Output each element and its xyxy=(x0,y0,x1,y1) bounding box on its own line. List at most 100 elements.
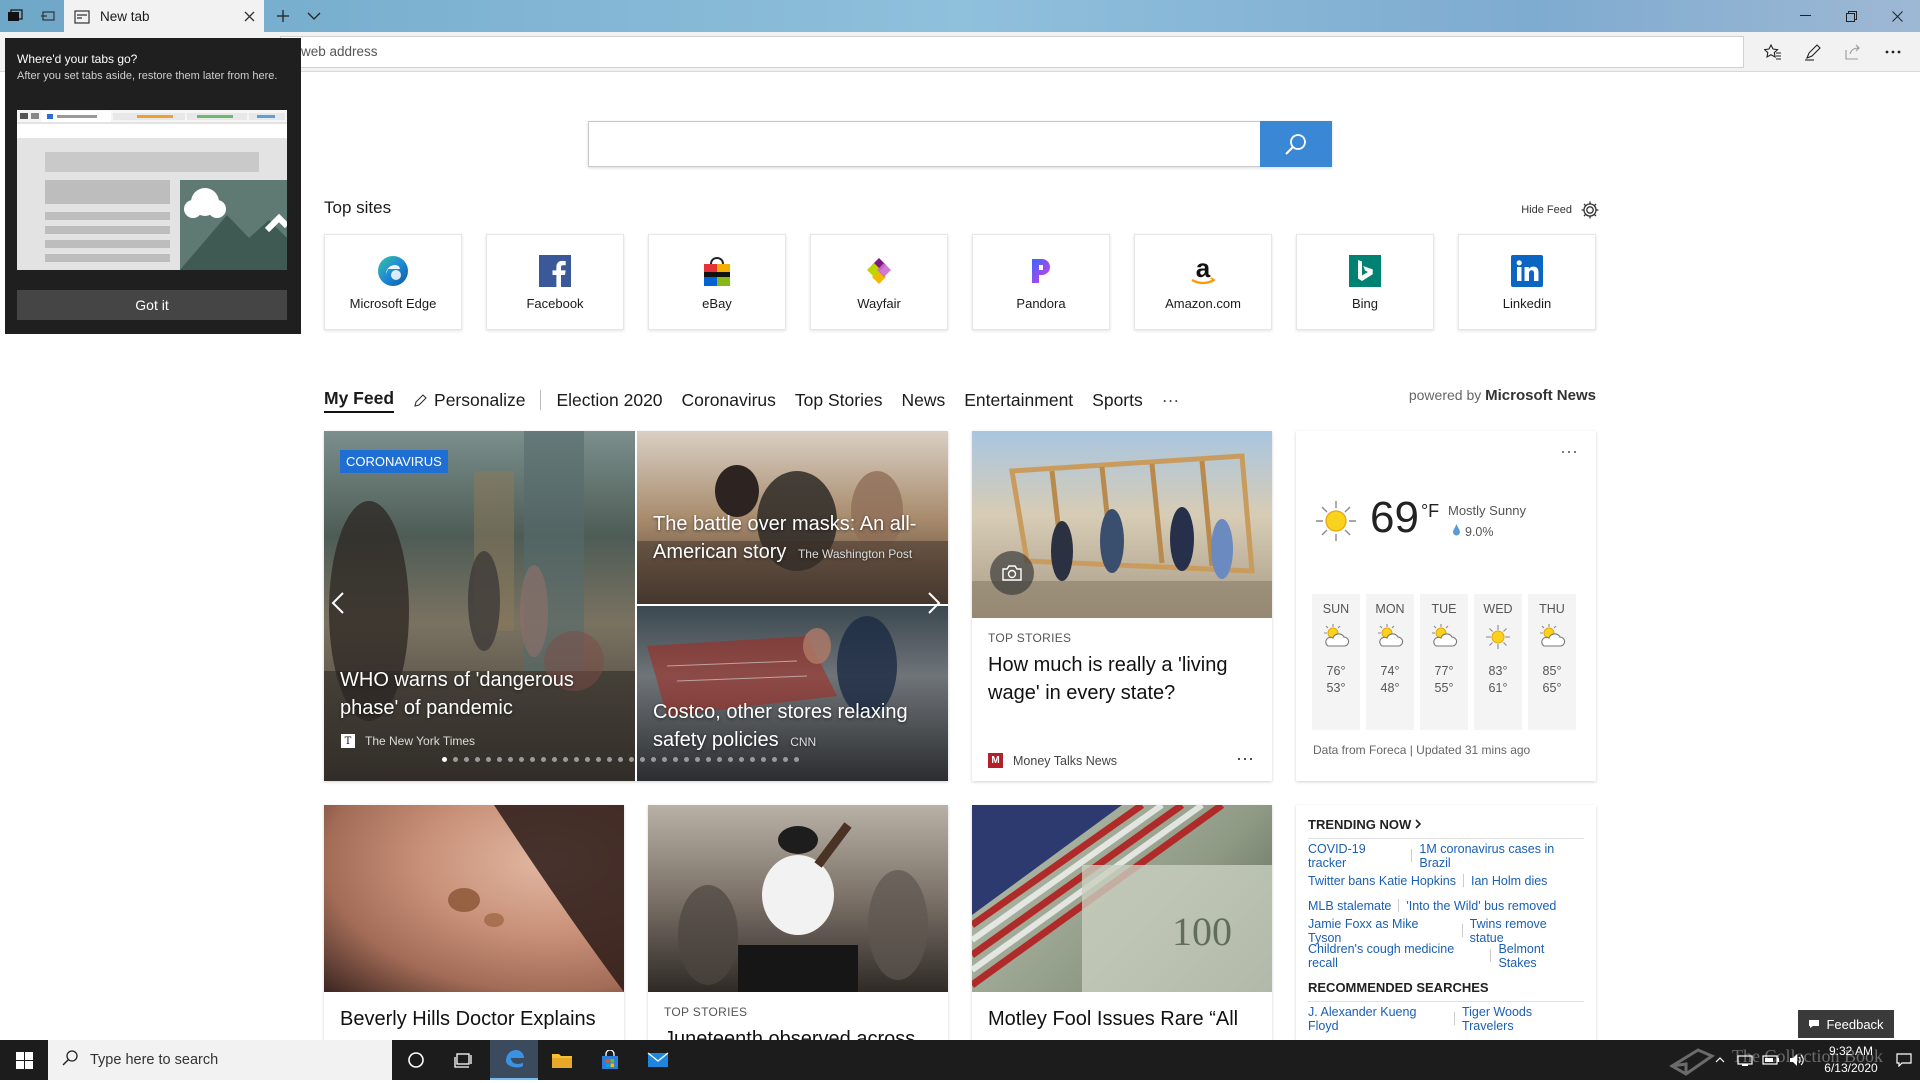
carousel-dot[interactable] xyxy=(761,757,766,762)
trending-link[interactable]: Twins remove statue xyxy=(1470,917,1584,945)
battery-icon[interactable] xyxy=(1758,1040,1784,1080)
forecast-day[interactable]: TUE 77° 55° xyxy=(1420,594,1468,730)
story-title[interactable]: Juneteenth observed across xyxy=(664,1025,915,1040)
forecast-day[interactable]: THU 85° 65° xyxy=(1528,594,1576,730)
gear-icon[interactable] xyxy=(1580,200,1600,220)
story-title[interactable]: How much is really a 'living wage' in ev… xyxy=(988,651,1258,707)
hide-feed-control[interactable]: Hide Feed xyxy=(1521,200,1600,220)
carousel-dot[interactable] xyxy=(596,757,601,762)
trending-link[interactable]: Twitter bans Katie Hopkins xyxy=(1308,874,1456,888)
system-tray-chevron-icon[interactable] xyxy=(1708,1040,1732,1080)
trending-link[interactable]: 1M coronavirus cases in Brazil xyxy=(1419,842,1584,870)
close-window-button[interactable] xyxy=(1874,0,1920,32)
top-site-linkedin[interactable]: Linkedin xyxy=(1458,234,1596,330)
tab-election-2020[interactable]: Election 2020 xyxy=(556,390,662,411)
carousel-dot[interactable] xyxy=(442,757,447,762)
story-card-beverly-hills[interactable]: Beverly Hills Doctor Explains xyxy=(324,805,624,1040)
carousel-dot[interactable] xyxy=(706,757,711,762)
notifications-icon[interactable] xyxy=(1888,1040,1920,1080)
carousel-dot[interactable] xyxy=(640,757,645,762)
powered-brand[interactable]: Microsoft News xyxy=(1485,387,1596,404)
carousel-dot[interactable] xyxy=(486,757,491,762)
carousel-dot[interactable] xyxy=(464,757,469,762)
carousel-dot[interactable] xyxy=(585,757,590,762)
top-site-pandora[interactable]: Pandora xyxy=(972,234,1110,330)
mail-icon[interactable] xyxy=(634,1040,682,1080)
address-input[interactable]: web address xyxy=(280,36,1744,68)
store-icon[interactable] xyxy=(586,1040,634,1080)
tab-personalize[interactable]: Personalize xyxy=(413,390,525,411)
volume-icon[interactable] xyxy=(1784,1040,1810,1080)
carousel-dot[interactable] xyxy=(739,757,744,762)
story-title[interactable]: Motley Fool Issues Rare “All xyxy=(988,1005,1238,1033)
trending-link[interactable]: 'Into the Wild' bus removed xyxy=(1406,899,1556,913)
recommended-link[interactable]: Tiger Woods Travelers xyxy=(1462,1005,1584,1033)
tab-preview-chevron-down-icon[interactable] xyxy=(300,0,328,32)
top-site-amazon[interactable]: a Amazon.com xyxy=(1134,234,1272,330)
tabs-aside-icon[interactable] xyxy=(0,0,30,32)
carousel-dot[interactable] xyxy=(783,757,788,762)
story3-title[interactable]: Costco, other stores relaxing safety pol… xyxy=(653,698,943,756)
task-view-icon[interactable] xyxy=(440,1040,488,1080)
restore-button[interactable] xyxy=(1828,0,1874,32)
carousel-dot[interactable] xyxy=(453,757,458,762)
story2-title[interactable]: The battle over masks: An all-American s… xyxy=(653,510,933,568)
tab-coronavirus[interactable]: Coronavirus xyxy=(682,390,776,411)
top-site-facebook[interactable]: Facebook xyxy=(486,234,624,330)
minimize-button[interactable] xyxy=(1782,0,1828,32)
carousel-dot[interactable] xyxy=(794,757,799,762)
category-badge[interactable]: CORONAVIRUS xyxy=(340,450,448,473)
taskbar-edge-icon[interactable] xyxy=(490,1040,538,1080)
story-card-living-wage[interactable]: TOP STORIES How much is really a 'living… xyxy=(972,431,1272,781)
cortana-icon[interactable] xyxy=(392,1040,440,1080)
story-title[interactable]: Beverly Hills Doctor Explains xyxy=(340,1005,596,1033)
carousel-dot[interactable] xyxy=(541,757,546,762)
tab-new-tab[interactable]: New tab xyxy=(64,0,264,32)
share-icon[interactable] xyxy=(1836,36,1870,68)
carousel-dot[interactable] xyxy=(607,757,612,762)
carousel-next-arrow[interactable] xyxy=(926,591,942,620)
forecast-day[interactable]: SUN 76° 53° xyxy=(1312,594,1360,730)
carousel-dot[interactable] xyxy=(508,757,513,762)
tab-entertainment[interactable]: Entertainment xyxy=(964,390,1073,411)
carousel-dot[interactable] xyxy=(750,757,755,762)
story-card-motley-fool[interactable]: 100 Motley Fool Issues Rare “All xyxy=(972,805,1272,1040)
recommended-link[interactable]: J. Alexander Kueng Floyd xyxy=(1308,1005,1447,1033)
weather-card[interactable]: ··· 69 °F Mostly Sunny 9.0% SUN 76° 53° MON… xyxy=(1296,431,1596,781)
carousel-main-title[interactable]: WHO warns of 'dangerous phase' of pandem… xyxy=(340,666,610,722)
clock[interactable]: 9:32 AM 6/13/2020 xyxy=(1816,1043,1886,1077)
story-more-button[interactable]: ··· xyxy=(1236,748,1254,769)
carousel-dot[interactable] xyxy=(629,757,634,762)
tab-news[interactable]: News xyxy=(901,390,945,411)
trending-link[interactable]: COVID-19 tracker xyxy=(1308,842,1404,870)
forecast-day[interactable]: WED 83° 61° xyxy=(1474,594,1522,730)
carousel-dot[interactable] xyxy=(651,757,656,762)
weather-unit[interactable]: °F xyxy=(1421,501,1439,543)
trending-link[interactable]: Ian Holm dies xyxy=(1471,874,1547,888)
more-tabs-button[interactable]: ··· xyxy=(1162,390,1179,411)
close-tab-icon[interactable] xyxy=(234,9,264,24)
carousel-dot[interactable] xyxy=(475,757,480,762)
tab-my-feed[interactable]: My Feed xyxy=(324,388,395,413)
carousel-card[interactable]: CORONAVIRUS WHO warns of 'dangerous phas… xyxy=(324,431,948,781)
trending-link[interactable]: MLB stalemate xyxy=(1308,899,1391,913)
search-button[interactable] xyxy=(1260,121,1332,167)
windows-start-icon[interactable] xyxy=(0,1040,48,1080)
carousel-dot[interactable] xyxy=(574,757,579,762)
favorites-star-icon[interactable] xyxy=(1756,36,1790,68)
carousel-dot[interactable] xyxy=(618,757,623,762)
carousel-dot[interactable] xyxy=(673,757,678,762)
top-site-wayfair[interactable]: Wayfair xyxy=(810,234,948,330)
top-site-ebay[interactable]: eBay xyxy=(648,234,786,330)
file-explorer-icon[interactable] xyxy=(538,1040,586,1080)
hide-feed-link[interactable]: Hide Feed xyxy=(1521,204,1572,216)
carousel-dot[interactable] xyxy=(662,757,667,762)
web-notes-pen-icon[interactable] xyxy=(1796,36,1830,68)
carousel-dot[interactable] xyxy=(772,757,777,762)
carousel-dot[interactable] xyxy=(519,757,524,762)
forecast-day[interactable]: MON 74° 48° xyxy=(1366,594,1414,730)
carousel-dot[interactable] xyxy=(728,757,733,762)
network-icon[interactable] xyxy=(1732,1040,1758,1080)
carousel-dot[interactable] xyxy=(684,757,689,762)
settings-more-icon[interactable] xyxy=(1876,36,1910,68)
